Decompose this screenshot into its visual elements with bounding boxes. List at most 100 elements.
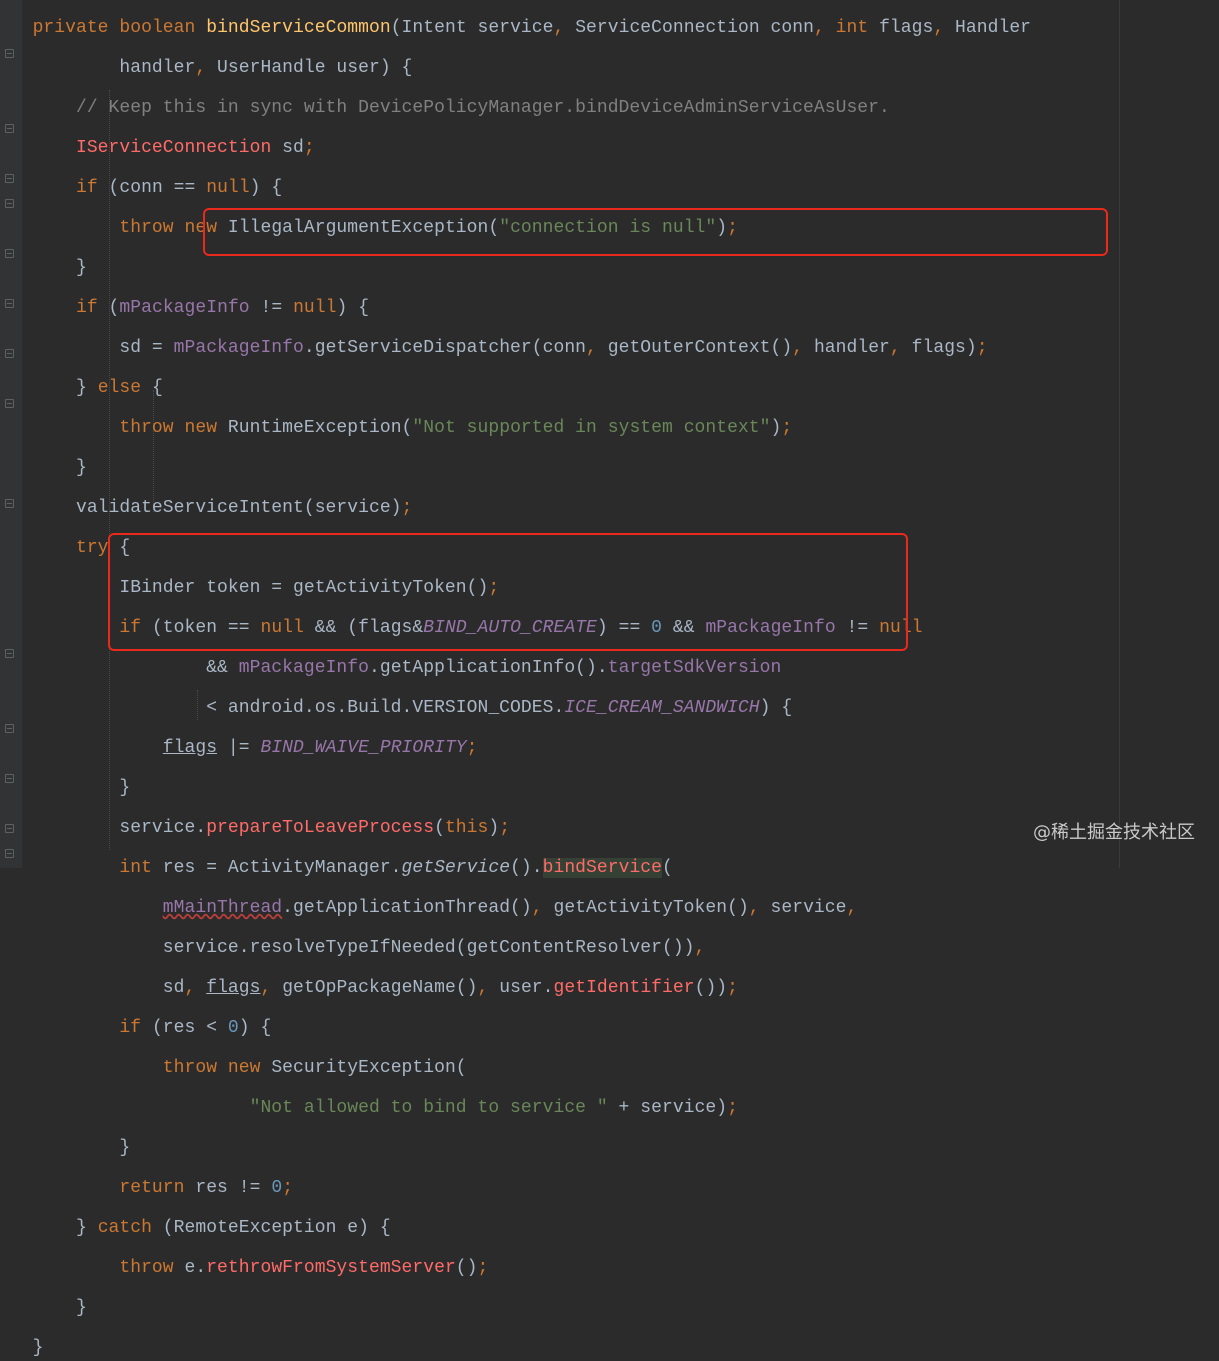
code-token: ()) [694,978,728,998]
code-line: } [0,256,1031,281]
code-line: return res != 0; [0,1176,1031,1201]
code-token: (). [510,858,543,878]
code-line: } [0,776,1031,801]
code-token: + service) [607,1098,728,1118]
code-line: if (conn == null) { [0,176,1031,201]
code-line: int res = ActivityManager.getService().b… [0,856,1031,881]
code-token: sd [162,978,185,998]
code-token: flags) [900,338,977,358]
code-token: ServiceConnection conn [564,18,814,38]
code-line: } [0,456,1031,481]
code-constant: ICE_CREAM_SANDWICH [564,698,760,718]
code-field: mPackageInfo [173,338,304,358]
code-line: // Keep this in sync with DevicePolicyMa… [0,96,1031,121]
code-token: catch [97,1218,152,1238]
code-token: throw [162,1058,218,1078]
code-token: int [835,18,869,38]
code-token: ) { [238,1018,272,1038]
code-field: targetSdkVersion [607,658,782,678]
code-token: ) [770,418,782,438]
code-token: } [75,1298,87,1318]
code-field: mMainThread [162,898,283,918]
code-token: .getApplicationThread() [282,898,532,918]
code-line: private boolean bindServiceCommon(Intent… [0,16,1031,41]
code-number: 0 [227,1018,239,1038]
code-line: throw e.rethrowFromSystemServer(); [0,1256,1031,1281]
code-token: e. [173,1258,207,1278]
code-line: validateServiceIntent(service); [0,496,1031,521]
code-token: (RemoteException e) { [151,1218,391,1238]
code-constant: BIND_WAIVE_PRIORITY [260,738,467,758]
code-line: sd, flags, getOpPackageName(), user.getI… [0,976,1031,1001]
code-token: .getApplicationInfo(). [368,658,608,678]
code-token: RuntimeException( [217,418,413,438]
code-token: } [75,258,87,278]
code-field: mPackageInfo [238,658,369,678]
watermark: @稀土掘金技术社区 [1033,822,1195,843]
code-line: IServiceConnection sd; [0,136,1031,161]
code-token: boolean [119,18,196,38]
code-line: } [0,1136,1031,1161]
code-token: { [141,378,163,398]
code-token: validateServiceIntent(service) [75,498,402,518]
code-token: ; [401,498,413,518]
code-token: Handler [944,18,1032,38]
code-token: getOuterContext() [596,338,793,358]
code-line: service.prepareToLeaveProcess(this); [0,816,1031,841]
code-token: sd = [119,338,174,358]
code-line: } [0,1336,1031,1361]
code-token: getOpPackageName() [271,978,478,998]
code-token: return [119,1178,185,1198]
code-line: flags |= BIND_WAIVE_PRIORITY; [0,736,1031,761]
code-token: if [75,178,98,198]
code-token: res != [184,1178,272,1198]
code-token: ; [282,1178,294,1198]
right-margin-guide [1119,0,1120,868]
code-token: (res < [141,1018,228,1038]
code-line: } [0,1296,1031,1321]
code-token: , [553,18,565,38]
code-token: .getServiceDispatcher(conn [303,338,587,358]
code-token: flags [162,738,218,758]
code-token: , [260,978,272,998]
code-token: null [206,178,250,198]
code-token: && [206,658,239,678]
code-token: ; [976,338,988,358]
code-token: |= [217,738,261,758]
code-line: if (res < 0) { [0,1016,1031,1041]
code-token: bindService [542,858,662,878]
code-token: ) { [336,298,370,318]
code-token: ) [488,818,500,838]
code-token: throw [119,418,174,438]
code-token: () [455,1258,478,1278]
code-line: throw new SecurityException( [0,1056,1031,1081]
code-token: } [75,458,87,478]
code-token: , [889,338,901,358]
code-line: < android.os.Build.VERSION_CODES.ICE_CRE… [0,696,1031,721]
code-token: handler [803,338,890,358]
code-token: < android.os.Build.VERSION_CODES. [206,698,565,718]
code-token: , [184,978,196,998]
code-token: getActivityToken() [542,898,749,918]
code-line: throw new RuntimeException("Not supporte… [0,416,1031,441]
code-line: } catch (RemoteException e) { [0,1216,1031,1241]
code-token: (conn == [97,178,207,198]
code-token: flags [868,18,934,38]
code-token: private [32,18,109,38]
code-token: , [195,58,207,78]
code-number: 0 [271,1178,283,1198]
code-line: service.resolveTypeIfNeeded(getContentRe… [0,936,1031,961]
code-token: if [119,1018,142,1038]
code-token: throw [119,1258,174,1278]
code-token: prepareToLeaveProcess [206,818,435,838]
code-string: "Not allowed to bind to service " [249,1098,608,1118]
code-line: && mPackageInfo.getApplicationInfo().tar… [0,656,1031,681]
code-token: handler [119,58,196,78]
code-token: else [97,378,142,398]
code-token: user. [488,978,554,998]
code-token: , [792,338,804,358]
code-line: if (mPackageInfo != null) { [0,296,1031,321]
code-token: this [444,818,489,838]
code-token: UserHandle user) { [206,58,413,78]
code-token: new [184,418,218,438]
